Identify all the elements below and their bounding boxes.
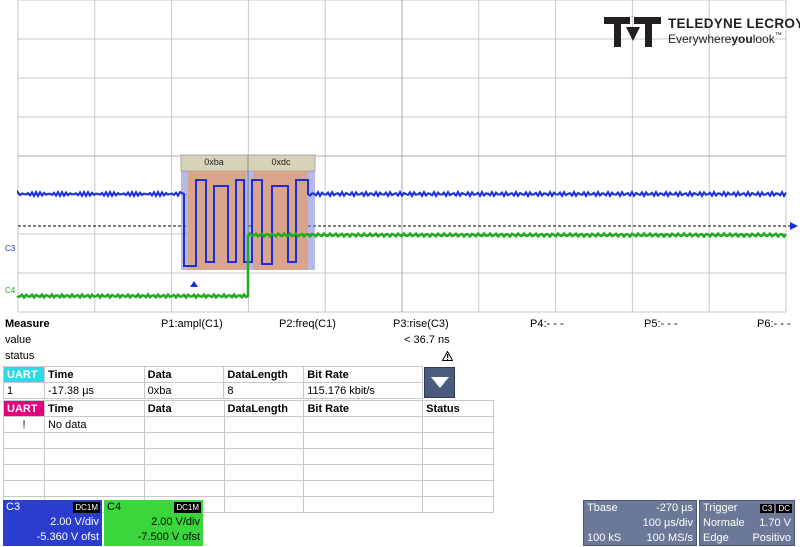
c3-offset: -5.360 V ofst: [36, 531, 99, 543]
timebase-delay: -270 µs: [656, 502, 693, 514]
uart2-tag[interactable]: UART: [3, 400, 45, 417]
column-header: Data: [143, 366, 225, 383]
uart1-decode-table: UART Time Data DataLength Bit Rate 1 -17…: [3, 366, 423, 399]
trigger-descriptor[interactable]: Trigger C3 DC Normale 1.70 V Edge Positi…: [699, 500, 795, 546]
timebase-tdiv: 100 µs/div: [642, 517, 693, 529]
cell-index: 1: [3, 382, 45, 399]
column-header: Time: [43, 366, 145, 383]
column-header: DataLength: [223, 400, 305, 417]
cell-rate: 115.176 kbit/s: [303, 382, 423, 399]
cell-data: [143, 416, 225, 433]
table-row: [3, 464, 494, 481]
tagline-part: Everywhere: [668, 32, 732, 46]
param-p6[interactable]: P6:- - -: [757, 318, 791, 330]
column-header: DataLength: [223, 366, 305, 383]
param-p1[interactable]: P1:ampl(C1): [161, 318, 223, 330]
tagline-bold: you: [731, 32, 753, 46]
column-header: Bit Rate: [303, 366, 423, 383]
teledyne-lecroy-logo: TELEDYNE LECROY Everywhereyoulook™: [604, 15, 800, 49]
table-row[interactable]: 1 -17.38 µs 0xba 8 115.176 kbit/s: [3, 382, 423, 399]
c3-vdiv: 2.00 V/div: [50, 516, 99, 528]
measure-row-value: value: [5, 334, 32, 346]
trademark: ™: [774, 32, 782, 39]
brand-name: TELEDYNE LECROY: [668, 16, 800, 31]
table-header-row: UART Time Data DataLength Bit Rate Statu…: [3, 400, 494, 417]
brand-tagline: Everywhereyoulook™: [668, 32, 782, 46]
table-row: [3, 480, 494, 497]
c4-level-marker[interactable]: C4: [5, 286, 15, 295]
table-dropdown-button[interactable]: [424, 367, 455, 398]
trigger-source-badges: C3 DC: [759, 503, 792, 514]
c3-level-marker[interactable]: C3: [5, 244, 15, 253]
cell-length: 8: [223, 382, 305, 399]
table-row: [3, 432, 494, 449]
cell-time: -17.38 µs: [43, 382, 145, 399]
tagline-part: look: [752, 32, 775, 46]
decode-byte-label: 0xdc: [271, 157, 291, 167]
column-header: Status: [422, 400, 494, 417]
column-header: Bit Rate: [303, 400, 424, 417]
param-p2[interactable]: P2:freq(C1): [279, 318, 336, 330]
trigger-slope: Positivo: [752, 532, 791, 544]
c4-coupling-badge: DC1M: [174, 502, 201, 513]
timebase-descriptor[interactable]: Tbase -270 µs 100 µs/div 100 kS 100 MS/s: [583, 500, 697, 546]
trigger-level: 1.70 V: [759, 517, 791, 529]
uart2-decode-table: UART Time Data DataLength Bit Rate Statu…: [3, 400, 494, 513]
timebase-rate: 100 MS/s: [646, 532, 693, 544]
table-row[interactable]: ! No data: [3, 416, 494, 433]
c4-vdiv: 2.00 V/div: [151, 516, 200, 528]
measure-row-status: status: [5, 350, 35, 362]
table-row: [3, 448, 494, 465]
measure-panel: Measure value status P1:ampl(C1) P2:freq…: [0, 317, 800, 365]
param-p4[interactable]: P4:- - -: [530, 318, 564, 330]
c4-descriptor[interactable]: C4 DC1M 2.00 V/div -7.500 V ofst: [104, 500, 203, 546]
cell-length: [223, 416, 305, 433]
cell-data: 0xba: [143, 382, 225, 399]
c4-offset: -7.500 V ofst: [137, 531, 200, 543]
logo-mark-icon: [604, 17, 661, 47]
c3-coupling-badge: DC1M: [73, 502, 100, 513]
decode-byte-label: 0xba: [204, 157, 224, 167]
warning-icon: [442, 351, 453, 361]
measure-title: Measure: [5, 318, 50, 330]
c3-descriptor[interactable]: C3 DC1M 2.00 V/div -5.360 V ofst: [3, 500, 102, 546]
param-p3[interactable]: P3:rise(C3): [393, 318, 449, 330]
param-p5[interactable]: P5:- - -: [644, 318, 678, 330]
cell-index: !: [3, 416, 45, 433]
trigger-position-marker-icon: [190, 281, 198, 287]
cell-status: [422, 416, 494, 433]
cell-rate: [303, 416, 424, 433]
trigger-source-badge: C3: [759, 504, 775, 513]
column-header: Time: [43, 400, 145, 417]
table-header-row: UART Time Data DataLength Bit Rate: [3, 366, 423, 383]
waveform-display[interactable]: TELEDYNE LECROY Everywhereyoulook™ C3 C4…: [0, 0, 800, 316]
uart1-tag[interactable]: UART: [3, 366, 45, 383]
column-header: Data: [143, 400, 225, 417]
chevron-down-icon: [431, 377, 449, 388]
param-p3-value: < 36.7 ns: [404, 334, 450, 346]
cell-time: No data: [43, 416, 145, 433]
trigger-level-marker-icon: [790, 222, 798, 230]
trigger-coupling-badge: DC: [776, 504, 792, 513]
